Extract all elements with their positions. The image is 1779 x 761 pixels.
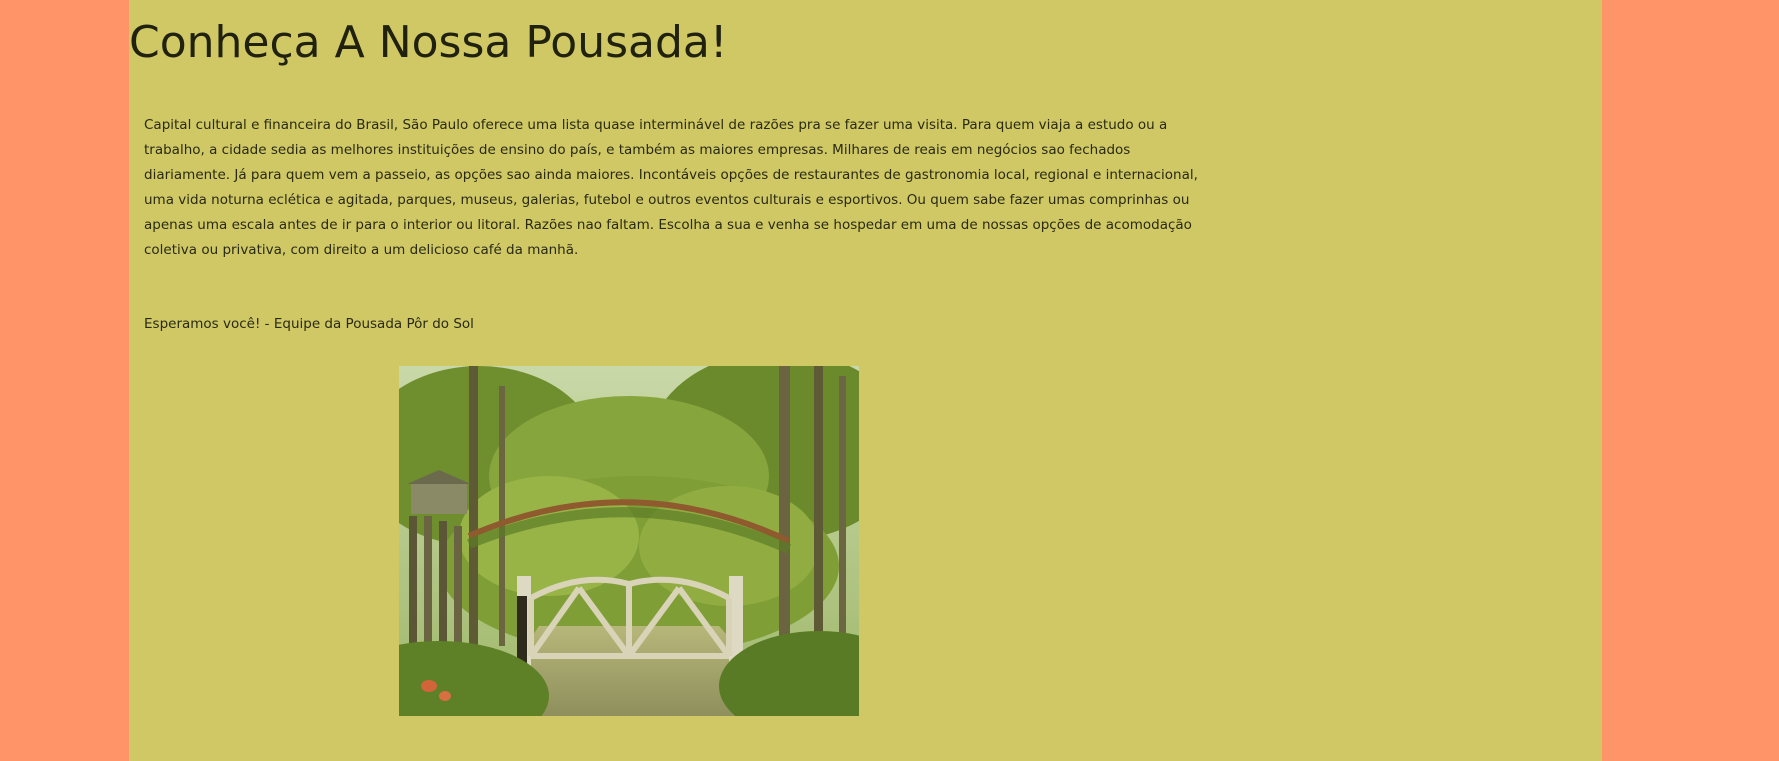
pousada-entrance-photo xyxy=(399,366,859,716)
content-area: Conheça A Nossa Pousada! Capital cultura… xyxy=(129,0,1602,761)
page-title: Conheça A Nossa Pousada! xyxy=(129,17,728,68)
closing-message: Esperamos você! - Equipe da Pousada Pôr … xyxy=(144,316,474,332)
intro-paragraph: Capital cultural e financeira do Brasil,… xyxy=(144,117,1198,258)
